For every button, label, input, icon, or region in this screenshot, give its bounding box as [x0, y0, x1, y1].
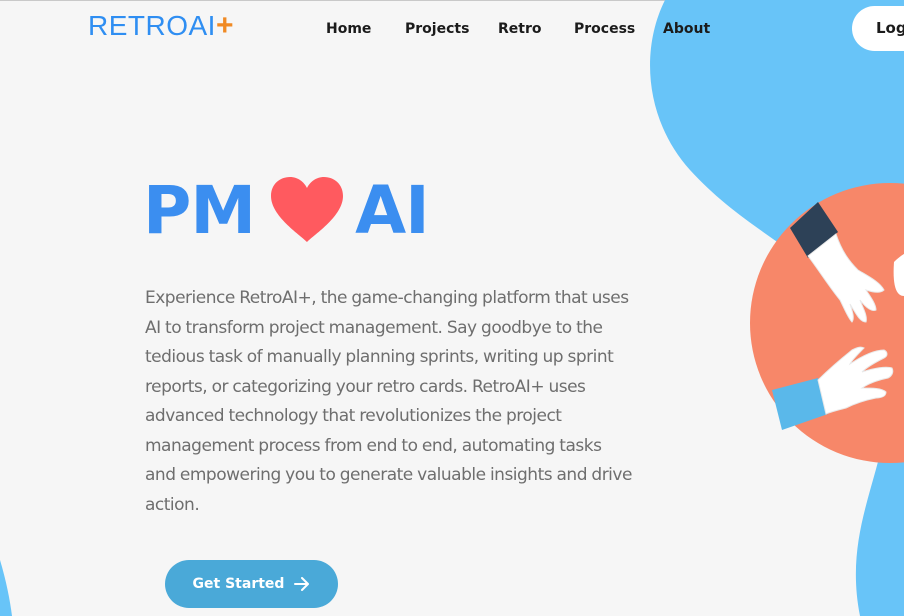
nav-retro-link[interactable]: Retro — [498, 18, 542, 40]
top-border — [0, 0, 904, 1]
arrow-right-icon — [294, 577, 310, 591]
nav-process-link[interactable]: Process — [574, 18, 635, 40]
blue-blob-shape — [650, 0, 904, 616]
nav-home-link[interactable]: Home — [326, 18, 371, 40]
nav-about-link[interactable]: About — [663, 18, 710, 40]
logo-plus: + — [215, 9, 234, 42]
logo-text: RETROAI — [88, 10, 216, 41]
salmon-circle — [750, 183, 904, 463]
hero-title-ai: AI — [355, 171, 430, 249]
heart-icon — [271, 177, 344, 242]
landing-page: RETROAI+ Home Projects Retro Process Abo… — [0, 0, 904, 616]
login-button[interactable]: Log — [852, 6, 904, 51]
hero-title-pm: PM — [143, 171, 256, 249]
blue-corner-shape — [0, 560, 12, 616]
lower-hand-illustration — [772, 346, 894, 430]
hero-description: Experience RetroAI+, the game-changing p… — [145, 288, 632, 515]
upper-hand-illustration — [790, 202, 904, 323]
hero-title: PM AI — [143, 170, 430, 250]
get-started-label: Get Started — [192, 576, 285, 592]
get-started-button[interactable]: Get Started — [165, 560, 338, 608]
nav-projects-link[interactable]: Projects — [405, 18, 469, 40]
site-logo[interactable]: RETROAI+ — [88, 10, 234, 42]
